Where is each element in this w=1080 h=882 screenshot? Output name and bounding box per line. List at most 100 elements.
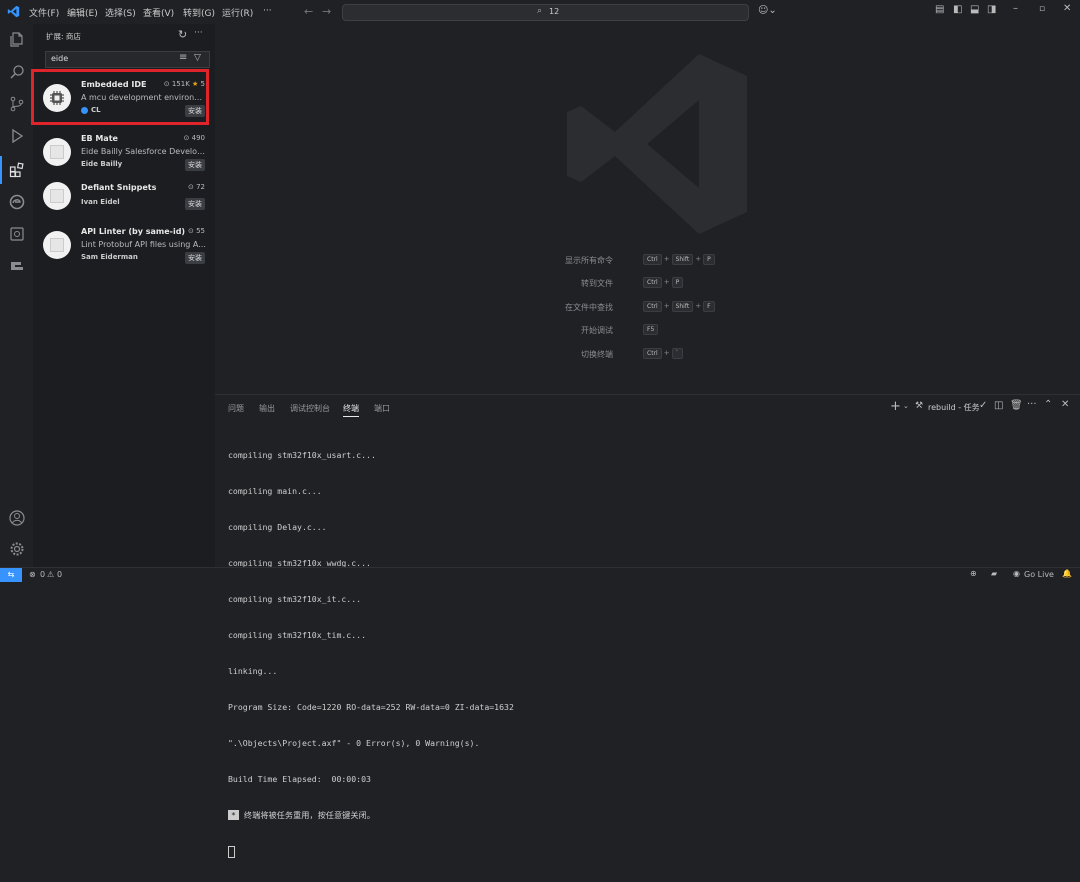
eide-icon[interactable] (0, 252, 33, 280)
command-center-search[interactable]: ⌕ 12 (342, 4, 749, 21)
toggle-panel-icon[interactable]: ⬓ (970, 4, 979, 15)
extension-name: EB Mate (81, 134, 118, 143)
menu-selection[interactable]: 选择(S) (105, 6, 136, 19)
remote-icon[interactable]: ⇆ (0, 568, 22, 582)
search-icon: ⌕ (537, 6, 543, 16)
extension-item-defiant-snippets[interactable]: Defiant Snippets ⊙ 72 Ivan Eidel 安装 (33, 172, 215, 222)
tab-debug-console[interactable]: 调试控制台 (290, 403, 330, 414)
title-bar: 文件(F) 编辑(E) 选择(S) 查看(V) 转到(G) 运行(R) ··· … (0, 0, 1080, 24)
search-view-icon[interactable] (0, 58, 33, 86)
shortcut-keys: Ctrl + Shift + F (643, 301, 715, 312)
key: Shift (671, 254, 694, 265)
install-button[interactable]: 安装 (185, 159, 205, 171)
download-value: 72 (196, 183, 205, 191)
account-icon[interactable] (0, 504, 33, 532)
back-arrow-icon[interactable]: ← (304, 5, 313, 18)
toggle-sidebar-icon[interactable]: ◧ (953, 4, 962, 15)
extension-description: Eide Bailly Salesforce Develop... (81, 147, 207, 156)
install-button[interactable]: 安装 (185, 198, 205, 210)
close-panel-icon[interactable]: ✕ (1061, 399, 1069, 410)
clear-filter-icon[interactable]: ≡ (179, 52, 187, 63)
check-icon[interactable]: ✓ (979, 400, 987, 411)
menu-go[interactable]: 转到(G) (183, 6, 215, 19)
run-debug-icon[interactable] (0, 122, 33, 150)
terminal-line: ".\Objects\Project.axf" - 0 Error(s), 0 … (228, 738, 480, 748)
editor-empty-watermark: 显示所有命令 Ctrl + Shift + P 转到文件 Ctrl + P 在文件中查找 C… (215, 24, 1080, 394)
menu-file[interactable]: 文件(F) (29, 6, 59, 19)
warning-icon[interactable]: ⚠ (47, 570, 54, 579)
more-icon[interactable]: ··· (1027, 399, 1037, 410)
vscode-watermark-icon (567, 54, 747, 234)
warning-count[interactable]: 0 (57, 570, 62, 579)
error-count[interactable]: 0 (40, 570, 45, 579)
menu-edit[interactable]: 编辑(E) (67, 6, 98, 19)
copilot-icon[interactable]: ☺⌄ (758, 5, 777, 16)
go-live-button[interactable]: Go Live (1024, 570, 1054, 579)
settings-gear-icon[interactable] (0, 535, 33, 563)
terminal-line: compiling main.c... (228, 486, 322, 496)
shortcut-label: 在文件中查找 (565, 303, 613, 312)
remote-explorer-icon[interactable] (0, 220, 33, 248)
forward-arrow-icon[interactable]: → (322, 5, 331, 18)
shortcut-label: 转到文件 (581, 279, 613, 288)
trash-icon[interactable]: 🗑 (1010, 400, 1023, 411)
refresh-icon[interactable]: ↻ (178, 28, 187, 41)
split-terminal-icon[interactable]: ◫ (994, 400, 1003, 411)
maximize-panel-icon[interactable]: ⌃ (1044, 399, 1052, 410)
source-control-icon[interactable] (0, 90, 33, 118)
extension-search-input[interactable]: eide ≡ ▽ (45, 51, 210, 68)
key: ` (671, 348, 683, 359)
terminal-output[interactable]: compiling stm32f10x_usart.c... compiling… (228, 425, 514, 882)
extensions-icon[interactable] (0, 156, 33, 184)
explorer-icon[interactable] (0, 25, 33, 53)
minimize-icon[interactable]: – (1013, 3, 1018, 14)
tab-problems[interactable]: 问题 (228, 403, 244, 414)
tab-terminal[interactable]: 终端 (343, 403, 359, 417)
install-button[interactable]: 安装 (185, 252, 205, 264)
bottom-panel: 问题 输出 调试控制台 终端 端口 + ⌄ ⚒ rebuild - 任务 ✓ ◫… (215, 394, 1080, 858)
key: Shift (671, 301, 694, 312)
extension-placeholder-icon (43, 182, 71, 210)
menu-more[interactable]: ··· (263, 6, 272, 16)
filter-icon[interactable]: ▽ (194, 53, 201, 63)
shortcut-label: 开始调试 (581, 326, 613, 335)
notifications-bell-icon[interactable]: 🔔 (1062, 569, 1072, 578)
terminal-line: compiling stm32f10x_it.c... (228, 594, 362, 604)
close-icon[interactable]: ✕ (1063, 3, 1071, 14)
extension-item-eb-mate[interactable]: EB Mate ⊙ 490 Eide Bailly Salesforce Dev… (33, 128, 215, 178)
extension-item-api-linter[interactable]: API Linter (by same-id) ⊙ 55 Lint Protob… (33, 221, 215, 271)
extension-placeholder-icon (43, 138, 71, 166)
edge-icon[interactable] (0, 188, 33, 216)
tab-output[interactable]: 输出 (259, 403, 275, 414)
task-name[interactable]: rebuild - 任务 (928, 402, 980, 413)
key: P (703, 254, 715, 265)
terminal-line: Program Size: Code=1220 RO-data=252 RW-d… (228, 702, 514, 712)
tab-ports[interactable]: 端口 (374, 403, 390, 414)
status-bar: ⇆ ⊗ 0 ⚠ 0 ⊕ ▰ ◉ Go Live 🔔 (0, 567, 1080, 582)
eide-status-icon[interactable]: ▰ (991, 569, 997, 578)
more-actions-icon[interactable]: ··· (194, 28, 203, 38)
menu-view[interactable]: 查看(V) (143, 6, 174, 19)
activity-bar (0, 24, 33, 567)
extension-placeholder-icon (43, 231, 71, 259)
menu-run[interactable]: 运行(R) (222, 6, 253, 19)
zoom-icon[interactable]: ⊕ (970, 569, 977, 578)
shortcut-keys: Ctrl + P (643, 277, 684, 288)
key: F (703, 301, 715, 312)
search-text: 12 (549, 7, 560, 16)
extensions-sidebar: 扩展: 商店 ↻ ··· eide ≡ ▽ Embedded IDE ⊙ 151… (31, 24, 215, 567)
restore-icon[interactable]: ▫ (1039, 4, 1045, 14)
new-terminal-icon[interactable]: + (890, 399, 901, 414)
extension-name: API Linter (by same-id) (81, 227, 186, 236)
key: Ctrl (643, 348, 662, 359)
chevron-down-icon[interactable]: ⌄ (903, 402, 909, 410)
highlight-box (31, 69, 209, 125)
terminal-reuse-line: * 终端将被任务重用，按任意键关闭。 (228, 809, 514, 821)
error-icon[interactable]: ⊗ (29, 570, 36, 579)
customize-layout-icon[interactable]: ▤ (935, 4, 944, 15)
toggle-secondary-sidebar-icon[interactable]: ◨ (987, 4, 996, 15)
download-count: ⊙ 490 (183, 134, 205, 142)
terminal-line: compiling Delay.c... (228, 522, 327, 532)
broadcast-icon: ◉ (1013, 569, 1020, 578)
terminal-line: linking... (228, 666, 278, 676)
